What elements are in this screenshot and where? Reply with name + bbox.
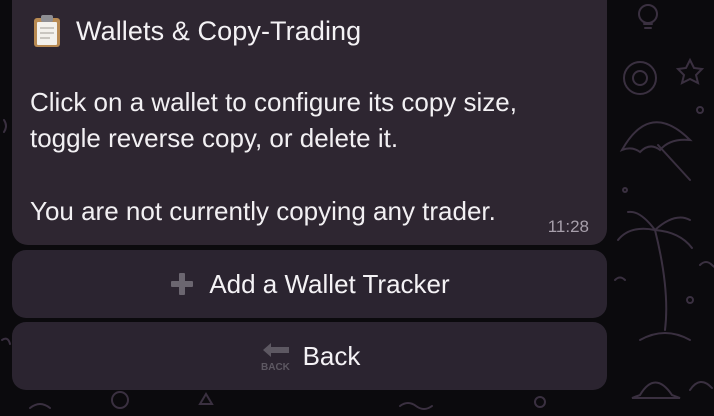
- bottom-doodle: [111, 391, 129, 409]
- plus-icon: [169, 271, 195, 297]
- message-line-1: Click on a wallet to configure its copy …: [30, 87, 517, 117]
- message-line-2: toggle reverse copy, or delete it.: [30, 123, 399, 153]
- message-timestamp: 11:28: [547, 217, 589, 236]
- back-arrow-icon: BACK: [259, 340, 293, 373]
- add-wallet-tracker-label: Add a Wallet Tracker: [209, 268, 450, 299]
- hat-doodle: [631, 381, 681, 399]
- wave-doodle: [699, 261, 714, 268]
- message-bubble: Wallets & Copy-Trading Click on a wallet…: [12, 0, 607, 245]
- message-line-3: You are not currently copying any trader…: [30, 196, 496, 226]
- umbrella-doodle: [619, 121, 693, 154]
- lightbulb-doodle: [638, 4, 658, 24]
- message-title: Wallets & Copy-Trading: [76, 15, 362, 46]
- star-doodle: [675, 57, 705, 85]
- palm-tree-doodle: [654, 229, 668, 331]
- add-wallet-tracker-button[interactable]: Add a Wallet Tracker: [12, 250, 607, 318]
- back-label: Back: [302, 340, 361, 371]
- message-title-row: Wallets & Copy-Trading: [32, 14, 361, 48]
- billiard-ball-doodle: [623, 61, 657, 95]
- clipboard-icon: [32, 14, 62, 48]
- back-icon-text: BACK: [261, 362, 291, 372]
- back-button[interactable]: BACK Back: [12, 322, 607, 390]
